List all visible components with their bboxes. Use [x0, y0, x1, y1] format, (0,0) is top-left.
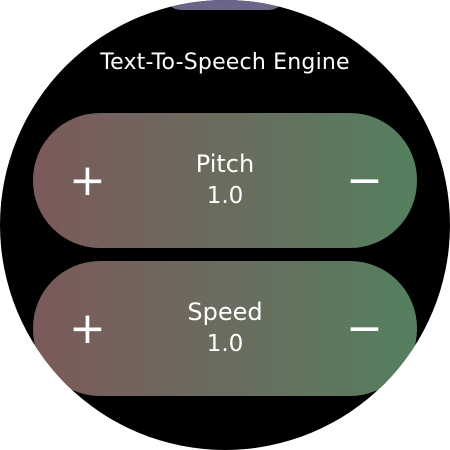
pitch-value: 1.0	[206, 183, 244, 209]
speed-label: Speed	[187, 298, 263, 326]
speed-readout: Speed 1.0	[123, 297, 327, 359]
pitch-control: + Pitch 1.0 −	[33, 113, 417, 248]
pitch-decrease-button[interactable]: −	[346, 158, 383, 203]
speed-decrease-button[interactable]: −	[346, 306, 383, 351]
watch-screen: Text-To-Speech Engine + Pitch 1.0 − + Sp…	[0, 0, 450, 450]
speed-value: 1.0	[206, 331, 244, 357]
speed-control: + Speed 1.0 −	[33, 261, 417, 396]
page-title: Text-To-Speech Engine	[100, 50, 350, 75]
pitch-readout: Pitch 1.0	[123, 149, 327, 211]
pitch-label: Pitch	[195, 150, 255, 178]
pitch-increase-button[interactable]: +	[69, 158, 106, 203]
scroll-indicator	[165, 0, 285, 10]
speed-increase-button[interactable]: +	[69, 306, 106, 351]
